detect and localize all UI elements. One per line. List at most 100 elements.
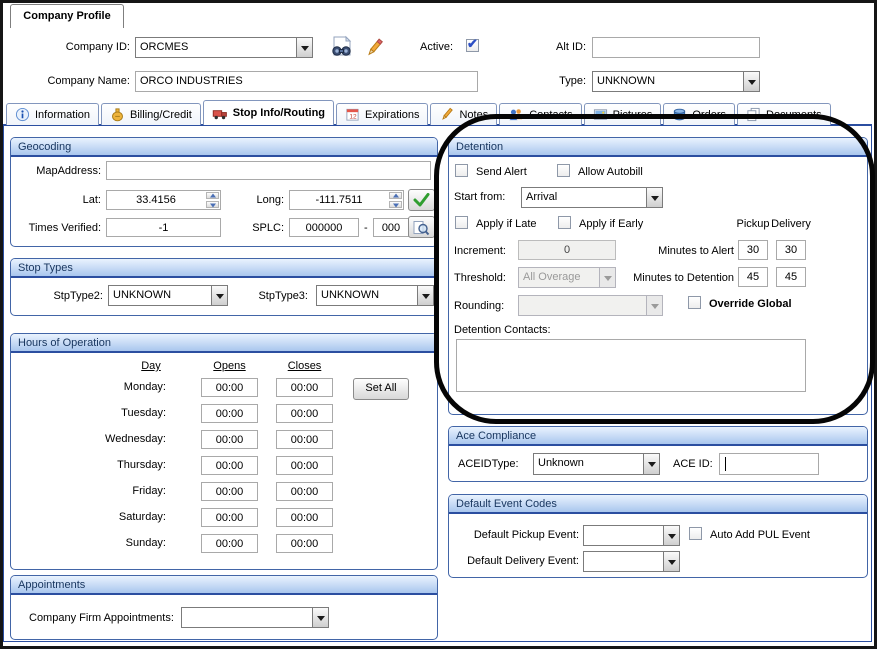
auto-add-pul-event-checkbox[interactable] — [689, 527, 702, 540]
chevron-down-icon[interactable] — [296, 38, 312, 57]
allow-autobill-checkbox[interactable] — [557, 164, 570, 177]
closes-input[interactable]: 00:00 — [276, 378, 333, 397]
spin-up-icon[interactable] — [389, 192, 402, 199]
alert-delivery-input[interactable]: 30 — [776, 240, 806, 260]
chevron-down-icon[interactable] — [646, 188, 662, 207]
default-pickup-event-combobox[interactable] — [583, 525, 680, 546]
opens-input[interactable]: 00:00 — [201, 378, 258, 397]
closes-input[interactable]: 00:00 — [276, 482, 333, 501]
tab-stop-info-routing[interactable]: Stop Info/Routing — [203, 100, 334, 125]
lookup-binoculars-icon[interactable] — [327, 35, 355, 59]
detention-pickup-input[interactable]: 45 — [738, 267, 768, 287]
alt-id-input[interactable] — [592, 37, 760, 58]
splc-input[interactable]: 000000 — [289, 218, 359, 237]
aceidtype-combobox[interactable]: Unknown — [533, 453, 660, 475]
tab-billing-credit[interactable]: Billing/Credit — [101, 103, 201, 125]
default-delivery-event-value — [584, 552, 663, 571]
company-name-label: Company Name: — [10, 75, 130, 88]
spin-up-icon[interactable] — [206, 192, 219, 199]
active-checkbox[interactable]: ✔ — [466, 39, 479, 52]
tab-label: Orders — [692, 109, 726, 121]
times-verified-input[interactable]: -1 — [106, 218, 221, 237]
tab-label: Stop Info/Routing — [233, 107, 325, 119]
active-label: Active: — [420, 41, 453, 54]
opens-input[interactable]: 00:00 — [201, 456, 258, 475]
opens-input[interactable]: 00:00 — [201, 430, 258, 449]
lat-spinner[interactable]: 33.4156 — [106, 190, 221, 210]
chevron-down-icon[interactable] — [211, 286, 227, 305]
tab-expirations[interactable]: 12 Expirations — [336, 103, 428, 125]
send-alert-checkbox[interactable] — [455, 164, 468, 177]
rounding-label: Rounding: — [454, 300, 504, 313]
firm-appointments-combobox[interactable] — [181, 607, 329, 628]
tab-documents[interactable]: Documents — [737, 103, 831, 125]
closes-input[interactable]: 00:00 — [276, 404, 333, 423]
stptype2-combobox[interactable]: UNKNOWN — [108, 285, 228, 306]
calendar-icon: 12 — [345, 107, 360, 122]
ace-id-input[interactable] — [719, 453, 819, 475]
company-name-input[interactable]: ORCO INDUSTRIES — [135, 71, 478, 92]
col-closes: Closes — [276, 360, 333, 373]
apply-if-early-checkbox[interactable] — [558, 216, 571, 229]
rounding-value — [519, 296, 646, 315]
tab-notes[interactable]: Notes — [430, 103, 497, 125]
verify-geocode-button[interactable] — [408, 189, 435, 211]
opens-input[interactable]: 00:00 — [201, 534, 258, 553]
apply-if-late-checkbox[interactable] — [455, 216, 468, 229]
chevron-down-icon[interactable] — [312, 608, 328, 627]
opens-input[interactable]: 00:00 — [201, 482, 258, 501]
map-address-input[interactable] — [106, 161, 431, 180]
pencil-icon — [439, 107, 454, 122]
tab-contacts[interactable]: Contacts — [499, 103, 581, 125]
day-label: Tuesday: — [51, 407, 166, 420]
chevron-down-icon[interactable] — [663, 552, 679, 571]
apply-if-early-label: Apply if Early — [579, 218, 643, 231]
chevron-down-icon[interactable] — [743, 72, 759, 91]
default-delivery-event-combobox[interactable] — [583, 551, 680, 572]
tab-information[interactable]: Information — [6, 103, 99, 125]
threshold-combobox: All Overage — [518, 267, 616, 288]
window-title-tab[interactable]: Company Profile — [10, 4, 124, 28]
override-global-label: Override Global — [709, 298, 792, 311]
send-alert-label: Send Alert — [476, 166, 527, 179]
tab-pictures[interactable]: Pictures — [584, 103, 662, 125]
splc-lookup-button[interactable] — [408, 216, 435, 238]
type-combobox[interactable]: UNKNOWN — [592, 71, 760, 92]
spin-down-icon[interactable] — [389, 201, 402, 208]
override-global-checkbox[interactable] — [688, 296, 701, 309]
tab-bar: Information Billing/Credit Stop Info/Rou… — [6, 100, 831, 125]
stptype3-combobox[interactable]: UNKNOWN — [316, 285, 434, 306]
threshold-value: All Overage — [519, 268, 599, 287]
delivery-column-header: Delivery — [766, 218, 816, 231]
hours-header: Hours of Operation — [11, 334, 437, 353]
chevron-down-icon[interactable] — [643, 454, 659, 474]
chevron-down-icon[interactable] — [417, 286, 433, 305]
set-all-button[interactable]: Set All — [353, 378, 409, 400]
tab-label: Contacts — [529, 109, 572, 121]
closes-input[interactable]: 00:00 — [276, 456, 333, 475]
opens-input[interactable]: 00:00 — [201, 508, 258, 527]
detention-delivery-input[interactable]: 45 — [776, 267, 806, 287]
ace-compliance-group: Ace Compliance ACEIDType: Unknown ACE ID… — [448, 426, 868, 482]
people-icon — [508, 107, 524, 122]
splc-suffix-input[interactable]: 000 — [373, 218, 409, 237]
company-id-combobox[interactable]: ORCMES — [135, 37, 313, 58]
tab-orders[interactable]: Orders — [663, 103, 735, 125]
closes-input[interactable]: 00:00 — [276, 534, 333, 553]
start-from-combobox[interactable]: Arrival — [521, 187, 663, 208]
chevron-down-icon[interactable] — [663, 526, 679, 545]
closes-input[interactable]: 00:00 — [276, 508, 333, 527]
stop-types-header: Stop Types — [11, 259, 437, 278]
default-pickup-event-value — [584, 526, 663, 545]
times-verified-label: Times Verified: — [15, 222, 101, 235]
default-event-codes-header: Default Event Codes — [449, 495, 867, 514]
detention-contacts-textarea[interactable] — [456, 339, 806, 392]
spin-down-icon[interactable] — [206, 201, 219, 208]
alert-pickup-input[interactable]: 30 — [738, 240, 768, 260]
closes-input[interactable]: 00:00 — [276, 430, 333, 449]
database-icon — [672, 107, 687, 122]
type-label: Type: — [530, 75, 586, 88]
opens-input[interactable]: 00:00 — [201, 404, 258, 423]
edit-pencil-icon[interactable] — [362, 37, 386, 59]
long-spinner[interactable]: -111.7511 — [289, 190, 404, 210]
